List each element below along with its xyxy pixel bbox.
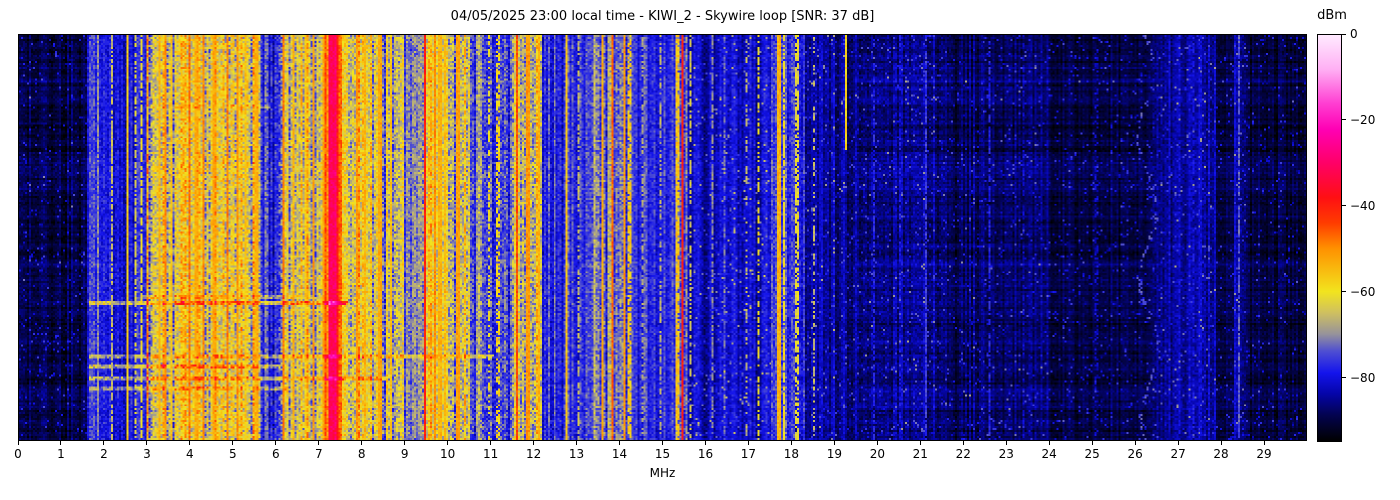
x-axis-tick: [747, 441, 749, 445]
waterfall-canvas: [19, 35, 1306, 440]
x-axis-tick-label: 4: [186, 447, 194, 461]
x-axis-tick: [1134, 441, 1136, 445]
waterfall-plot-area: [18, 34, 1307, 441]
x-axis-tick-label: 5: [229, 447, 237, 461]
x-axis-tick-label: 20: [869, 447, 885, 461]
x-axis-tick-label: 10: [440, 447, 456, 461]
chart-title: 04/05/2025 23:00 local time - KIWI_2 - S…: [450, 9, 875, 24]
x-axis-tick: [1263, 441, 1265, 445]
x-axis-tick-label: 15: [654, 447, 671, 461]
x-axis-tick-label: 16: [697, 447, 714, 461]
x-axis-tick: [962, 441, 964, 445]
colorbar-tick-label: −40: [1350, 198, 1376, 213]
x-axis-tick: [919, 441, 921, 445]
x-axis-tick: [1220, 441, 1222, 445]
colorbar-tick: [1342, 33, 1346, 35]
x-axis-tick: [619, 441, 621, 445]
colorbar-tick-label: −80: [1350, 370, 1376, 385]
x-axis-tick-label: 19: [826, 447, 842, 461]
x-axis-tick: [490, 441, 492, 445]
colorbar-tick-label: −60: [1350, 284, 1376, 299]
x-axis-tick: [576, 441, 578, 445]
x-axis-tick: [833, 441, 835, 445]
x-axis-tick: [704, 441, 706, 445]
x-axis-tick-label: 8: [357, 447, 366, 461]
x-axis-tick-label: 21: [912, 447, 928, 461]
x-axis-tick: [1005, 441, 1007, 445]
x-axis-tick: [17, 441, 19, 445]
x-axis-tick: [189, 441, 191, 445]
x-axis-tick-label: 25: [1084, 447, 1100, 461]
x-axis-tick: [232, 441, 234, 445]
x-axis-tick: [876, 441, 878, 445]
x-axis-tick-label: 18: [783, 447, 800, 461]
x-axis-tick-label: 24: [1041, 447, 1057, 461]
x-axis-tick-label: 2: [100, 447, 108, 461]
x-axis-tick: [1177, 441, 1179, 445]
x-axis-tick: [1091, 441, 1093, 445]
colorbar-tick: [1342, 377, 1346, 379]
x-axis-label: MHz: [649, 466, 676, 480]
colorbar-title: dBm: [1317, 8, 1347, 23]
x-axis-tick-label: 7: [314, 447, 323, 461]
x-axis-tick-label: 17: [740, 447, 757, 461]
x-axis-tick-label: 11: [482, 447, 499, 461]
x-axis-tick-label: 28: [1213, 447, 1229, 461]
x-axis-tick-label: 26: [1127, 447, 1143, 461]
x-axis-tick: [146, 441, 148, 445]
x-axis-tick: [275, 441, 277, 445]
colorbar-tick: [1342, 205, 1346, 207]
x-axis-tick: [361, 441, 363, 445]
x-axis-tick-label: 29: [1256, 447, 1272, 461]
colorbar-tick: [1342, 291, 1346, 293]
x-axis-tick: [662, 441, 663, 445]
x-axis-tick-label: 23: [998, 447, 1014, 461]
x-axis-tick-label: 6: [271, 447, 280, 461]
colorbar-tick: [1342, 119, 1346, 121]
x-axis-tick: [790, 441, 792, 445]
x-axis-tick-label: 12: [525, 447, 542, 461]
x-axis-tick: [404, 441, 406, 445]
x-axis-tick: [1048, 441, 1050, 445]
colorbar: [1317, 34, 1342, 442]
x-axis-tick: [318, 441, 320, 445]
x-axis-tick-label: 9: [400, 447, 409, 461]
x-axis-tick-label: 1: [57, 447, 65, 461]
x-axis-tick: [447, 441, 449, 445]
x-axis-tick-label: 14: [611, 447, 628, 461]
x-axis-tick-label: 0: [14, 447, 22, 461]
colorbar-tick-label: −20: [1350, 112, 1376, 127]
spectrum-waterfall-figure: 04/05/2025 23:00 local time - KIWI_2 - S…: [0, 0, 1400, 500]
colorbar-tick-label: 0: [1350, 27, 1358, 41]
x-axis-tick: [60, 441, 62, 445]
x-axis-tick-label: 13: [568, 447, 585, 461]
x-axis-tick: [533, 441, 535, 445]
x-axis-tick-label: 3: [143, 447, 151, 461]
x-axis-tick-label: 27: [1170, 447, 1186, 461]
x-axis-tick-label: 22: [955, 447, 971, 461]
x-axis-tick: [103, 441, 105, 445]
